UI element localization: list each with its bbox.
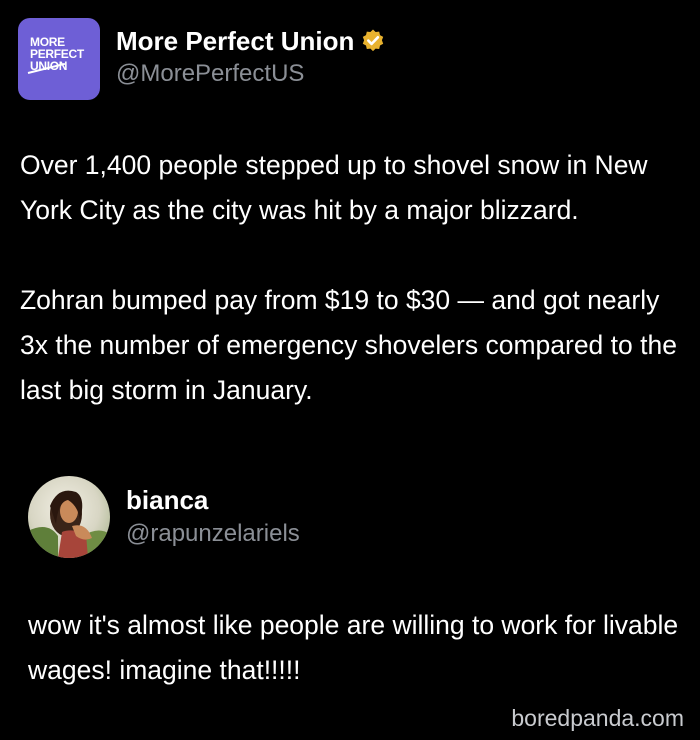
tweet-header: MORE PERFECT UNION More Perfect Union @M… — [18, 18, 386, 100]
author-handle[interactable]: @MorePerfectUS — [116, 59, 386, 89]
author-display-name[interactable]: More Perfect Union — [116, 25, 354, 57]
reply-avatar[interactable] — [28, 476, 110, 558]
reply-handle[interactable]: @rapunzelariels — [126, 519, 300, 549]
reply-author-info: bianca @rapunzelariels — [126, 484, 300, 549]
profile-avatar-more-perfect-union[interactable]: MORE PERFECT UNION — [18, 18, 100, 100]
tweet-text: Over 1,400 people stepped up to shovel s… — [20, 143, 690, 413]
reply-text: wow it's almost like people are willing … — [28, 610, 679, 685]
reply-display-name[interactable]: bianca — [126, 484, 300, 516]
reply-header: bianca @rapunzelariels — [28, 476, 300, 558]
tweet-paragraph: Over 1,400 people stepped up to shovel s… — [20, 150, 648, 225]
author-info: More Perfect Union @MorePerfectUS — [116, 25, 386, 89]
watermark: boredpanda.com — [511, 705, 684, 731]
display-name-row: More Perfect Union — [116, 25, 386, 57]
tweet-paragraph: Zohran bumped pay from $19 to $30 — and … — [20, 285, 677, 405]
verified-badge-icon — [360, 28, 386, 54]
